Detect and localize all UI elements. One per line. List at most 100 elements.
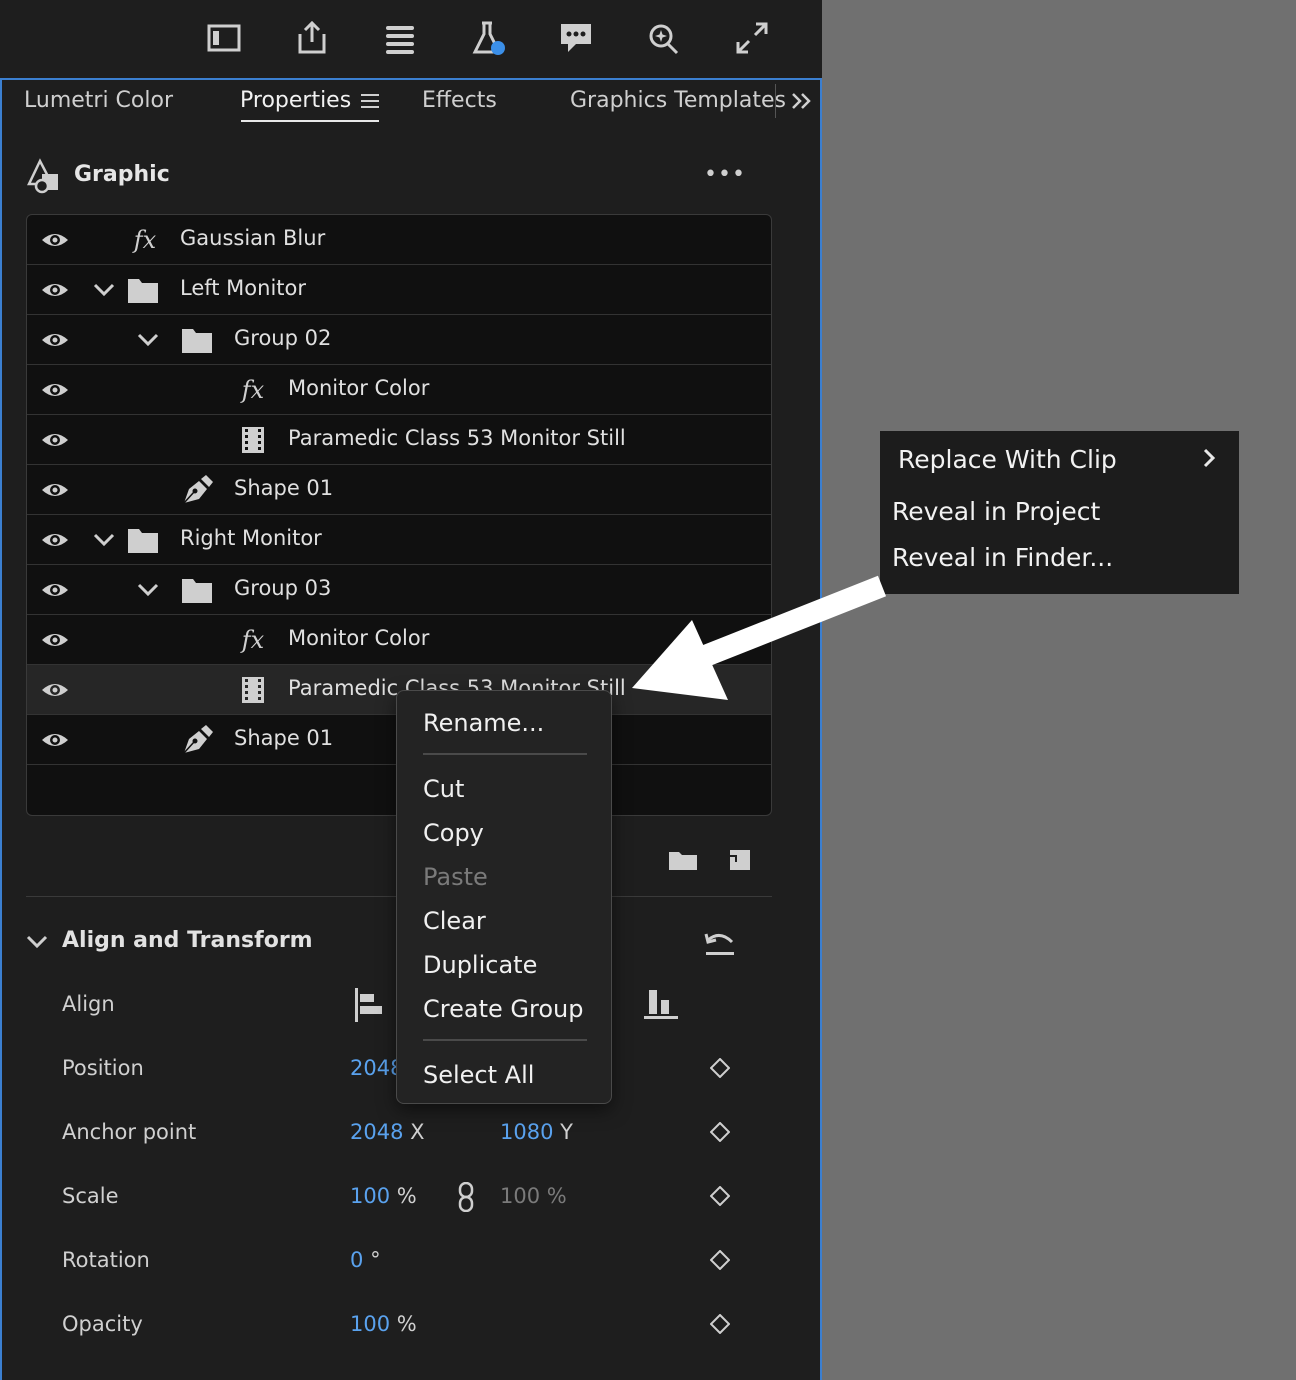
chevron-down-icon[interactable] <box>137 580 159 600</box>
eye-icon[interactable] <box>41 678 69 702</box>
clip-submenu: Replace With Clip Reveal in Project Reve… <box>880 431 1239 594</box>
eye-icon[interactable] <box>41 328 69 352</box>
fx-icon: fx <box>241 376 265 404</box>
layer-name: Paramedic Class 53 Monitor Still <box>288 426 626 450</box>
rotation-label: Rotation <box>62 1248 150 1272</box>
eye-icon[interactable] <box>41 478 69 502</box>
layer-name: Monitor Color <box>288 376 430 400</box>
folder-icon <box>182 329 212 353</box>
reset-icon[interactable] <box>704 928 736 958</box>
export-icon[interactable] <box>292 18 332 58</box>
layer-row[interactable]: Right Monitor <box>27 515 771 565</box>
chevron-down-icon[interactable] <box>137 330 159 350</box>
new-layer-icon[interactable] <box>728 844 752 874</box>
new-group-folder-icon[interactable] <box>668 844 698 874</box>
fx-icon: fx <box>241 626 265 654</box>
context-menu: Rename... Cut Copy Paste Clear Duplicate… <box>396 690 612 1104</box>
eye-icon[interactable] <box>41 378 69 402</box>
menu-item-clear[interactable]: Clear <box>423 907 486 935</box>
keyframe-diamond-icon[interactable] <box>710 1186 730 1206</box>
keyframe-diamond-icon[interactable] <box>710 1250 730 1270</box>
menu-item-duplicate[interactable]: Duplicate <box>423 951 537 979</box>
tab-menu-icon[interactable] <box>361 93 379 109</box>
layer-name: Gaussian Blur <box>180 226 326 250</box>
graphic-more-button[interactable]: ••• <box>704 162 746 187</box>
tab-effects[interactable]: Effects <box>422 88 497 113</box>
eye-icon[interactable] <box>41 728 69 752</box>
beaker-icon[interactable] <box>468 18 508 58</box>
search-sparkle-icon[interactable] <box>644 18 684 58</box>
layer-row[interactable]: Paramedic Class 53 Monitor Still <box>27 415 771 465</box>
menu-separator <box>423 753 587 755</box>
opacity-label: Opacity <box>62 1312 143 1336</box>
tab-graphics-templates[interactable]: Graphics Templates <box>570 88 786 113</box>
eye-icon[interactable] <box>41 528 69 552</box>
graphic-header: Graphic ••• <box>26 156 766 196</box>
layer-row[interactable]: Shape 01 <box>27 465 771 515</box>
align-bottom-icon[interactable] <box>644 988 678 1020</box>
layer-name: Monitor Color <box>288 626 430 650</box>
eye-icon[interactable] <box>41 428 69 452</box>
align-label: Align <box>62 992 115 1016</box>
align-left-icon[interactable] <box>354 988 384 1022</box>
link-chain-icon[interactable] <box>456 1182 476 1212</box>
pen-tool-icon <box>183 725 213 754</box>
graphic-shapes-icon <box>27 158 58 194</box>
layer-row[interactable]: fx Monitor Color <box>27 365 771 415</box>
layer-name: Right Monitor <box>180 526 322 550</box>
folder-icon <box>182 579 212 603</box>
menu-separator <box>423 1039 587 1041</box>
tab-separator <box>775 84 776 118</box>
tab-lumetri-color[interactable]: Lumetri Color <box>24 88 173 113</box>
eye-icon[interactable] <box>41 278 69 302</box>
position-label: Position <box>62 1056 144 1080</box>
captions-icon[interactable] <box>556 18 596 58</box>
menu-item-create-group[interactable]: Create Group <box>423 995 583 1023</box>
keyframe-diamond-icon[interactable] <box>710 1058 730 1078</box>
layer-row[interactable]: Left Monitor <box>27 265 771 315</box>
scale-label: Scale <box>62 1184 119 1208</box>
opacity-value[interactable]: 100 % <box>350 1312 417 1336</box>
eye-icon[interactable] <box>41 578 69 602</box>
pen-tool-icon <box>183 475 213 504</box>
keyframe-diamond-icon[interactable] <box>710 1122 730 1142</box>
menu-item-replace-with-clip[interactable]: Replace With Clip <box>898 445 1117 474</box>
menu-item-reveal-in-project[interactable]: Reveal in Project <box>892 497 1100 526</box>
chevron-down-icon[interactable] <box>93 280 115 300</box>
menu-item-copy[interactable]: Copy <box>423 819 484 847</box>
layer-row[interactable]: Group 02 <box>27 315 771 365</box>
film-clip-icon <box>242 677 264 703</box>
lines-icon[interactable] <box>380 18 420 58</box>
menu-item-select-all[interactable]: Select All <box>423 1061 534 1089</box>
fx-icon: fx <box>133 226 157 254</box>
annotation-arrow-icon <box>632 575 887 700</box>
layer-name: Group 03 <box>234 576 332 600</box>
menu-item-cut[interactable]: Cut <box>423 775 464 803</box>
tab-properties[interactable]: Properties <box>240 88 351 113</box>
folder-icon <box>128 279 158 303</box>
layer-name: Group 02 <box>234 326 332 350</box>
chevron-right-icon <box>1203 448 1216 468</box>
section-title: Align and Transform <box>62 928 313 953</box>
anchor-y-value[interactable]: 1080 Y <box>500 1120 573 1144</box>
top-toolbar <box>0 0 822 78</box>
fullscreen-icon[interactable] <box>732 18 772 58</box>
rotation-value[interactable]: 0 ° <box>350 1248 381 1272</box>
anchor-point-label: Anchor point <box>62 1120 197 1144</box>
eye-icon[interactable] <box>41 628 69 652</box>
panel-layout-icon[interactable] <box>204 18 244 58</box>
menu-item-paste: Paste <box>423 863 488 891</box>
more-tabs-icon[interactable] <box>788 88 816 116</box>
scale-linked-value: 100 % <box>500 1184 567 1208</box>
layer-row[interactable]: fx Gaussian Blur <box>27 215 771 265</box>
menu-item-rename[interactable]: Rename... <box>423 709 544 737</box>
scale-value[interactable]: 100 % <box>350 1184 417 1208</box>
keyframe-diamond-icon[interactable] <box>710 1314 730 1334</box>
chevron-down-icon[interactable] <box>93 530 115 550</box>
menu-item-reveal-in-finder[interactable]: Reveal in Finder... <box>892 543 1113 572</box>
active-tab-underline <box>241 120 379 122</box>
anchor-x-value[interactable]: 2048 X <box>350 1120 425 1144</box>
panel-tabs: Lumetri Color Properties Effects Graphic… <box>2 80 820 130</box>
chevron-down-icon[interactable] <box>26 932 48 952</box>
eye-icon[interactable] <box>41 228 69 252</box>
